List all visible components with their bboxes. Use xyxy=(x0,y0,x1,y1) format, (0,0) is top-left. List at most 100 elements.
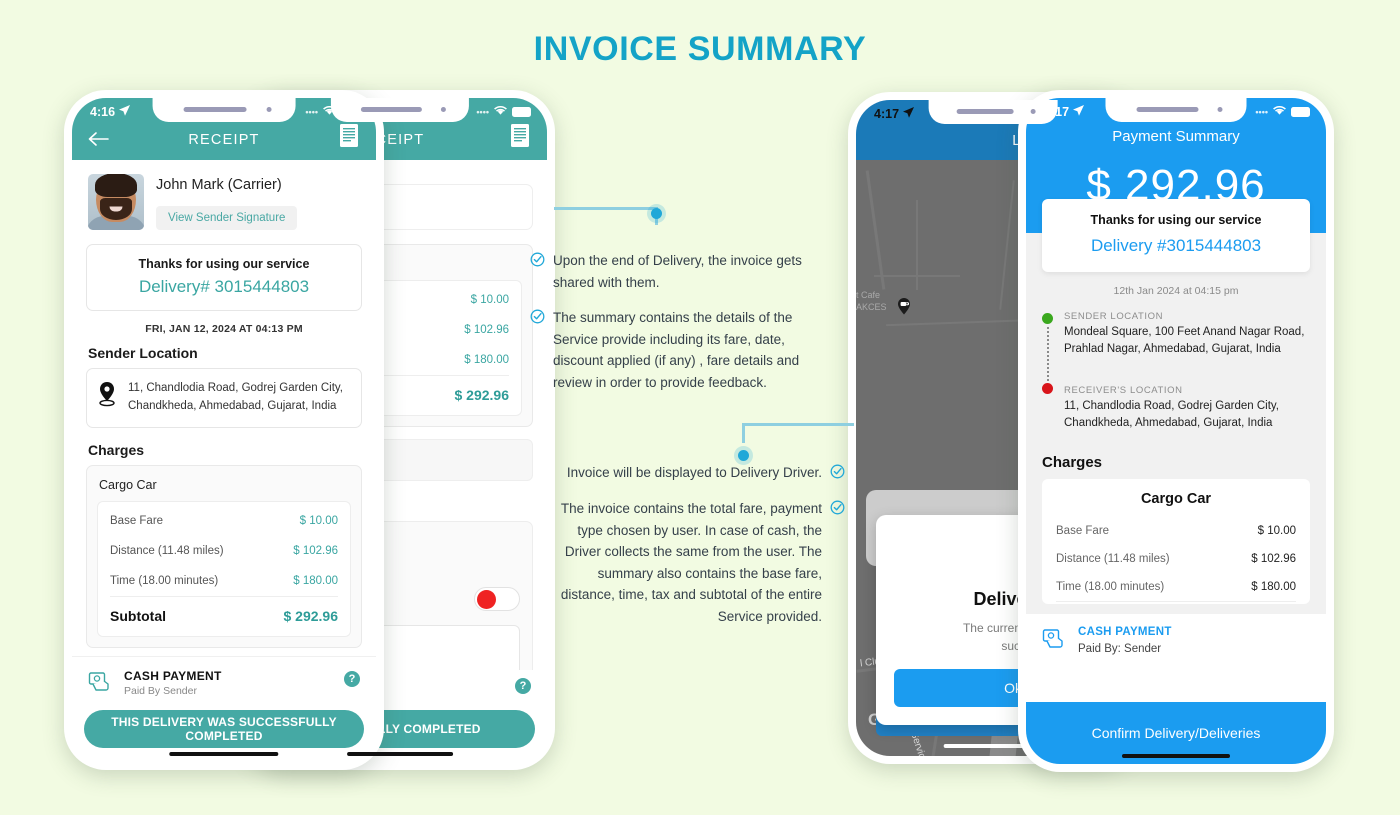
table-row: Distance (11.48 miles) $ 102.96 xyxy=(1056,545,1296,573)
subtotal-value: $ 292.96 xyxy=(283,607,339,624)
fare-value: $ 180.00 xyxy=(464,354,509,366)
carrier-row: John Mark (Carrier) View Sender Signatur… xyxy=(86,160,362,234)
phone1-title: RECEIPT xyxy=(188,132,260,148)
payment-title: CASH PAYMENT xyxy=(124,669,222,683)
fare-card: Cargo Car Base Fare $ 10.00 Distance (11… xyxy=(1042,479,1310,604)
fare-value: $ 102.96 xyxy=(464,324,509,336)
table-row: Time (18.00 minutes) $ 180.00 xyxy=(110,566,338,596)
map-poi-label: t Cafe xyxy=(856,290,881,300)
charges-box: Cargo Car Base Fare $ 10.00 Distance (11… xyxy=(86,464,362,648)
payment-strip: CASH PAYMENT Paid By Sender ? xyxy=(72,657,376,704)
sender-address: 11, Chandlodia Road, Godrej Garden City,… xyxy=(128,382,344,412)
fare-value: $ 180.00 xyxy=(293,574,338,587)
payment-strip: CASH PAYMENT Paid By: Sender xyxy=(1026,614,1326,669)
payment-title: CASH PAYMENT xyxy=(1078,626,1172,638)
home-indicator xyxy=(1122,754,1230,758)
delivery-number: Delivery# 3015444803 xyxy=(138,277,310,296)
connector-dot-right xyxy=(738,450,749,461)
avatar xyxy=(88,174,144,230)
list-item: Invoice will be displayed to Delivery Dr… xyxy=(545,462,845,484)
annotation-right-group: Invoice will be displayed to Delivery Dr… xyxy=(545,462,845,642)
fare-value: $ 102.96 xyxy=(293,544,338,557)
fare-label: Base Fare xyxy=(1056,525,1110,537)
view-sender-signature-button[interactable]: View Sender Signature xyxy=(156,206,298,230)
delivery-completed-button[interactable]: THIS DELIVERY WAS SUCCESSFULLY COMPLETED xyxy=(84,710,364,748)
route-block: SENDER LOCATION Mondeal Square, 100 Feet… xyxy=(1042,311,1310,432)
table-row-subtotal: Subtotal $ 292.96 xyxy=(110,595,339,636)
subtotal-value: $ 292.96 xyxy=(454,387,510,403)
receipt-document-icon[interactable] xyxy=(509,123,531,154)
carrier-name: John Mark (Carrier) xyxy=(156,177,282,193)
list-item: The invoice contains the total fare, pay… xyxy=(545,498,845,628)
fare-value: $ 10.00 xyxy=(299,514,338,527)
thanks-line: Thanks for using our service xyxy=(138,257,310,271)
annotation-text: Upon the end of Delivery, the invoice ge… xyxy=(553,253,802,290)
fare-card: Base Fare $ 10.00 Distance (11.48 miles)… xyxy=(97,500,351,637)
fare-value: $ 102.96 xyxy=(1251,553,1296,565)
connector-line-left-h xyxy=(554,207,658,210)
phone-receipt-primary: 4:16 •••• RECEIPT John Mark (Carrier) Vi… xyxy=(64,90,384,770)
table-row: Base Fare $ 10.00 xyxy=(1056,517,1296,545)
fare-label: Base Fare xyxy=(110,514,164,527)
list-item: The summary contains the details of the … xyxy=(530,307,830,393)
payment-summary-title: Payment Summary xyxy=(1112,128,1240,145)
fare-label: Time (18.00 minutes) xyxy=(110,574,219,587)
sender-location-title: Sender Location xyxy=(88,345,198,361)
help-icon[interactable]: ? xyxy=(515,678,531,694)
phone2-notch xyxy=(330,98,470,122)
subtotal-label: Subtotal xyxy=(110,607,166,624)
signal-dots-icon: •••• xyxy=(476,107,489,117)
payment-sub: Paid By: Sender xyxy=(1078,643,1162,655)
location-arrow-icon xyxy=(902,106,915,122)
fare-label: Time (18.00 minutes) xyxy=(1056,581,1165,593)
phone3-notch xyxy=(928,100,1058,124)
receipt-date: FRI, JAN 12, 2024 AT 04:13 PM xyxy=(145,323,303,335)
route-dash-line xyxy=(1047,327,1049,381)
table-row: Distance (11.48 miles) $ 102.96 xyxy=(110,536,338,566)
phone1-screen: 4:16 •••• RECEIPT John Mark (Carrier) Vi… xyxy=(72,98,376,762)
check-circle-icon xyxy=(530,309,545,393)
phone4-screen: 4:17 •••• Payment Summary $ 292.96 xyxy=(1026,98,1326,764)
location-arrow-icon xyxy=(118,104,131,120)
sender-location-card: 11, Chandlodia Road, Godrej Garden City,… xyxy=(86,368,362,428)
phone4-notch xyxy=(1105,98,1247,122)
thanks-card: Thanks for using our service Delivery# 3… xyxy=(86,244,362,311)
battery-icon xyxy=(1291,107,1310,117)
fare-label: Distance (11.48 miles) xyxy=(1056,553,1170,565)
delivery-number: Delivery #3015444803 xyxy=(1090,236,1262,255)
poster-canvas: INVOICE SUMMARY •••• CEIPT $ 10.00 $ 102… xyxy=(0,0,1400,815)
annotation-text: The invoice contains the total fare, pay… xyxy=(560,501,822,624)
connector-dot-left xyxy=(651,208,662,219)
location-arrow-icon xyxy=(1072,104,1085,120)
table-row: Base Fare $ 10.00 xyxy=(110,506,338,536)
table-row: Time (18.00 minutes) $ 180.00 xyxy=(1056,573,1296,602)
cargo-label: Cargo Car xyxy=(1140,491,1212,507)
thanks-card: Thanks for using our service Delivery #3… xyxy=(1042,199,1310,272)
signal-dots-icon: •••• xyxy=(1255,107,1268,117)
check-circle-icon xyxy=(530,252,545,293)
page-title: INVOICE SUMMARY xyxy=(533,30,867,68)
home-indicator xyxy=(169,752,279,756)
fare-value: $ 180.00 xyxy=(1251,581,1296,593)
map-pin-icon xyxy=(97,381,117,412)
sender-location-label: SENDER LOCATION xyxy=(1064,311,1164,322)
phone-payment-summary: 4:17 •••• Payment Summary $ 292.96 xyxy=(1018,90,1334,772)
annotation-left-group: Upon the end of Delivery, the invoice ge… xyxy=(530,250,830,408)
battery-icon xyxy=(512,107,531,117)
sender-dot-icon xyxy=(1042,313,1053,324)
receipt-document-icon[interactable] xyxy=(338,123,360,154)
favorite-toggle[interactable] xyxy=(474,587,520,611)
wifi-icon xyxy=(493,105,508,119)
phone4-body: Thanks for using our service Delivery #3… xyxy=(1026,199,1326,669)
help-icon[interactable]: ? xyxy=(344,671,360,687)
annotation-text: Invoice will be displayed to Delivery Dr… xyxy=(566,465,822,480)
wifi-icon xyxy=(1272,105,1287,119)
cafe-pin-icon[interactable] xyxy=(896,297,912,319)
connector-line-right-h xyxy=(742,423,854,426)
payment-sub: Paid By Sender xyxy=(124,685,197,697)
back-arrow-icon[interactable] xyxy=(88,131,110,150)
charges-title: Charges xyxy=(1042,454,1103,471)
fare-value: $ 10.00 xyxy=(470,294,509,306)
receiver-location-label: RECEIVER'S LOCATION xyxy=(1064,384,1183,396)
payment-date: 12th Jan 2024 at 04:15 pm xyxy=(1113,285,1239,297)
